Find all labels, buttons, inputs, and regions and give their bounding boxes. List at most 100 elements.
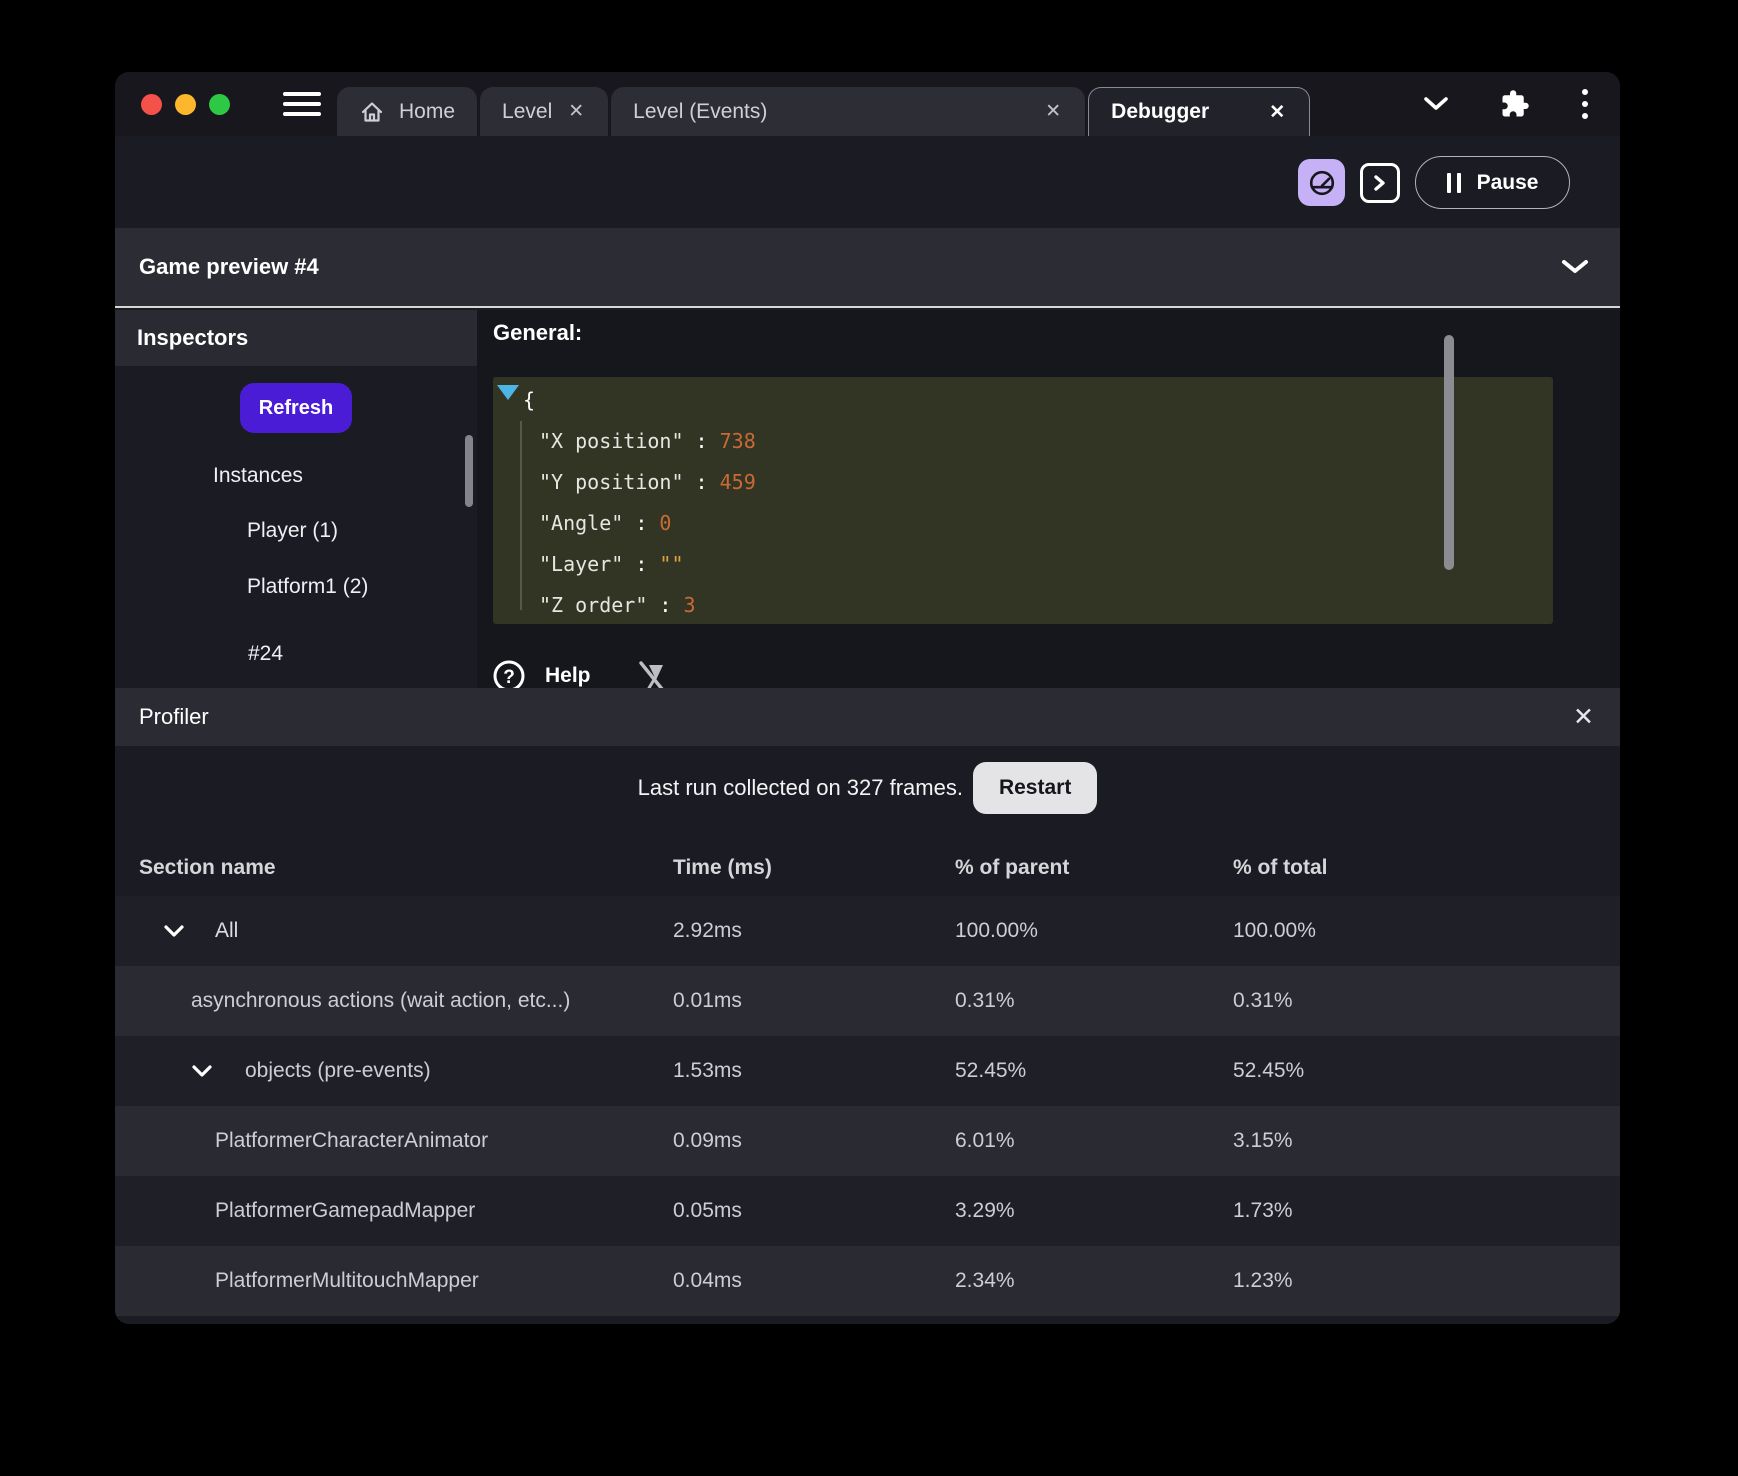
time-value: 1.53ms: [673, 1059, 742, 1082]
percent-parent-value: 100.00%: [955, 919, 1038, 942]
tab-bar: Home Level ✕ Level (Events) ✕ Debugger ✕: [337, 87, 1311, 136]
profiler-status-text: Last run collected on 327 frames.: [637, 775, 963, 800]
close-tab-icon[interactable]: ✕: [1267, 101, 1287, 124]
chevron-down-icon[interactable]: [191, 1064, 213, 1078]
section-name: PlatformerGamepadMapper: [215, 1199, 476, 1222]
table-row[interactable]: PlatformerGamepadMapper 0.05ms 3.29% 1.7…: [115, 1176, 1620, 1246]
time-value: 0.04ms: [673, 1269, 742, 1292]
tree-item-instance-24[interactable]: #24: [248, 634, 283, 674]
tree-item-player[interactable]: Player (1): [247, 511, 338, 551]
profiler-toggle-button[interactable]: [1298, 159, 1345, 206]
code-line: {: [523, 387, 536, 412]
titlebar-actions: [1422, 72, 1588, 136]
table-row[interactable]: All 2.92ms 100.00% 100.00%: [115, 896, 1620, 966]
close-tab-icon[interactable]: ✕: [1043, 100, 1063, 123]
chevron-right-icon: [1374, 174, 1385, 191]
time-value: 0.09ms: [673, 1129, 742, 1152]
percent-total-value: 1.23%: [1233, 1269, 1293, 1292]
home-icon: [361, 101, 383, 122]
percent-total-value: 3.15%: [1233, 1129, 1293, 1152]
percent-total-value: 1.73%: [1233, 1199, 1293, 1222]
general-title: General:: [493, 320, 583, 345]
profiler-table-header: Section name Time (ms) % of parent % of …: [115, 850, 1620, 886]
collapse-caret-icon[interactable]: [1560, 258, 1590, 276]
inspectors-panel: Inspectors Refresh Instances Player (1) …: [115, 310, 477, 688]
debugger-toolbar: Pause: [115, 136, 1620, 228]
minimize-window-button[interactable]: [175, 93, 196, 115]
section-name: objects (pre-events): [245, 1059, 431, 1082]
percent-total-value: 52.45%: [1233, 1059, 1305, 1082]
code-line: "X position" : 738: [539, 428, 756, 453]
inspectors-header: Inspectors: [115, 310, 477, 366]
table-row[interactable]: objects (pre-events) 1.53ms 52.45% 52.45…: [115, 1036, 1620, 1106]
time-value: 0.05ms: [673, 1199, 742, 1222]
extensions-puzzle-icon[interactable]: [1500, 89, 1530, 119]
general-panel: General: { "X position" : 738 "Y positio…: [477, 310, 1620, 692]
code-line: "Angle" : 0: [539, 510, 672, 535]
column-percent-total: % of total: [1233, 856, 1328, 879]
json-inspector: { "X position" : 738 "Y position" : 459 …: [493, 377, 1553, 624]
section-name: PlatformerCharacterAnimator: [215, 1129, 489, 1152]
app-window: Home Level ✕ Level (Events) ✕ Debugger ✕: [115, 72, 1620, 1324]
code-line: "Z order" : 3: [539, 592, 696, 617]
column-percent-parent: % of parent: [955, 856, 1070, 879]
table-row[interactable]: PlatformerCharacterAnimator 0.09ms 6.01%…: [115, 1106, 1620, 1176]
percent-parent-value: 0.31%: [955, 989, 1015, 1012]
column-time: Time (ms): [673, 856, 772, 879]
close-profiler-icon[interactable]: ✕: [1573, 704, 1594, 730]
tab-level[interactable]: Level ✕: [480, 87, 609, 136]
tab-home[interactable]: Home: [337, 87, 478, 136]
column-section-name: Section name: [139, 856, 276, 879]
table-row[interactable]: asynchronous actions (wait action, etc..…: [115, 966, 1620, 1036]
titlebar: Home Level ✕ Level (Events) ✕ Debugger ✕: [115, 72, 1620, 136]
pause-button[interactable]: Pause: [1415, 156, 1570, 209]
percent-total-value: 0.31%: [1233, 989, 1293, 1012]
zoom-window-button[interactable]: [209, 93, 230, 115]
inspectors-scrollbar-thumb[interactable]: [465, 435, 473, 507]
tree-item-platform1[interactable]: Platform1 (2): [247, 567, 368, 607]
table-row[interactable]: PlatformerMultitouchMapper 0.04ms 2.34% …: [115, 1246, 1620, 1316]
tab-label: Level (Events): [633, 99, 768, 123]
tab-label: Level: [502, 99, 553, 123]
close-tab-icon[interactable]: ✕: [566, 100, 586, 123]
section-name: PlatformerMultitouchMapper: [215, 1269, 479, 1292]
tree-item-instances[interactable]: Instances: [213, 456, 303, 496]
help-label[interactable]: Help: [545, 664, 591, 688]
game-preview-header[interactable]: Game preview #4: [115, 228, 1620, 308]
chevron-down-icon[interactable]: [163, 924, 185, 938]
tab-debugger[interactable]: Debugger ✕: [1088, 87, 1311, 136]
profiler-status-row: Last run collected on 327 frames. Restar…: [115, 762, 1620, 814]
main-menu-icon[interactable]: [283, 90, 321, 118]
tab-level-events[interactable]: Level (Events) ✕: [611, 87, 1086, 136]
svg-text:?: ?: [503, 667, 515, 688]
inspectors-title: Inspectors: [137, 325, 249, 350]
code-line: "Layer" : "": [539, 551, 684, 576]
percent-parent-value: 6.01%: [955, 1129, 1015, 1152]
percent-total-value: 100.00%: [1233, 919, 1316, 942]
profiler-table: All 2.92ms 100.00% 100.00% asynchronous …: [115, 896, 1620, 1316]
time-value: 0.01ms: [673, 989, 742, 1012]
section-name: asynchronous actions (wait action, etc..…: [191, 989, 571, 1012]
traffic-lights: [141, 72, 230, 136]
indent-guide: [520, 421, 522, 610]
profiler-title: Profiler: [139, 704, 209, 729]
debugger-main: Inspectors Refresh Instances Player (1) …: [115, 310, 1620, 692]
tab-label: Debugger: [1111, 100, 1210, 123]
pause-icon: [1446, 172, 1461, 193]
code-line: "Y position" : 459: [539, 469, 756, 494]
speedometer-icon: [1309, 170, 1334, 195]
percent-parent-value: 2.34%: [955, 1269, 1015, 1292]
tab-label: Home: [399, 99, 456, 123]
chevron-down-icon[interactable]: [1422, 95, 1450, 113]
kebab-menu-icon[interactable]: [1580, 87, 1590, 121]
console-button[interactable]: [1360, 162, 1400, 203]
pause-label: Pause: [1476, 170, 1539, 194]
profiler-body: Last run collected on 327 frames. Restar…: [115, 746, 1620, 1324]
close-window-button[interactable]: [141, 93, 162, 115]
general-scrollbar-thumb[interactable]: [1444, 335, 1454, 570]
percent-parent-value: 52.45%: [955, 1059, 1027, 1082]
restart-button[interactable]: Restart: [972, 762, 1098, 814]
expander-triangle-icon[interactable]: [497, 385, 519, 400]
game-preview-title: Game preview #4: [139, 254, 319, 279]
refresh-button[interactable]: Refresh: [240, 383, 352, 433]
